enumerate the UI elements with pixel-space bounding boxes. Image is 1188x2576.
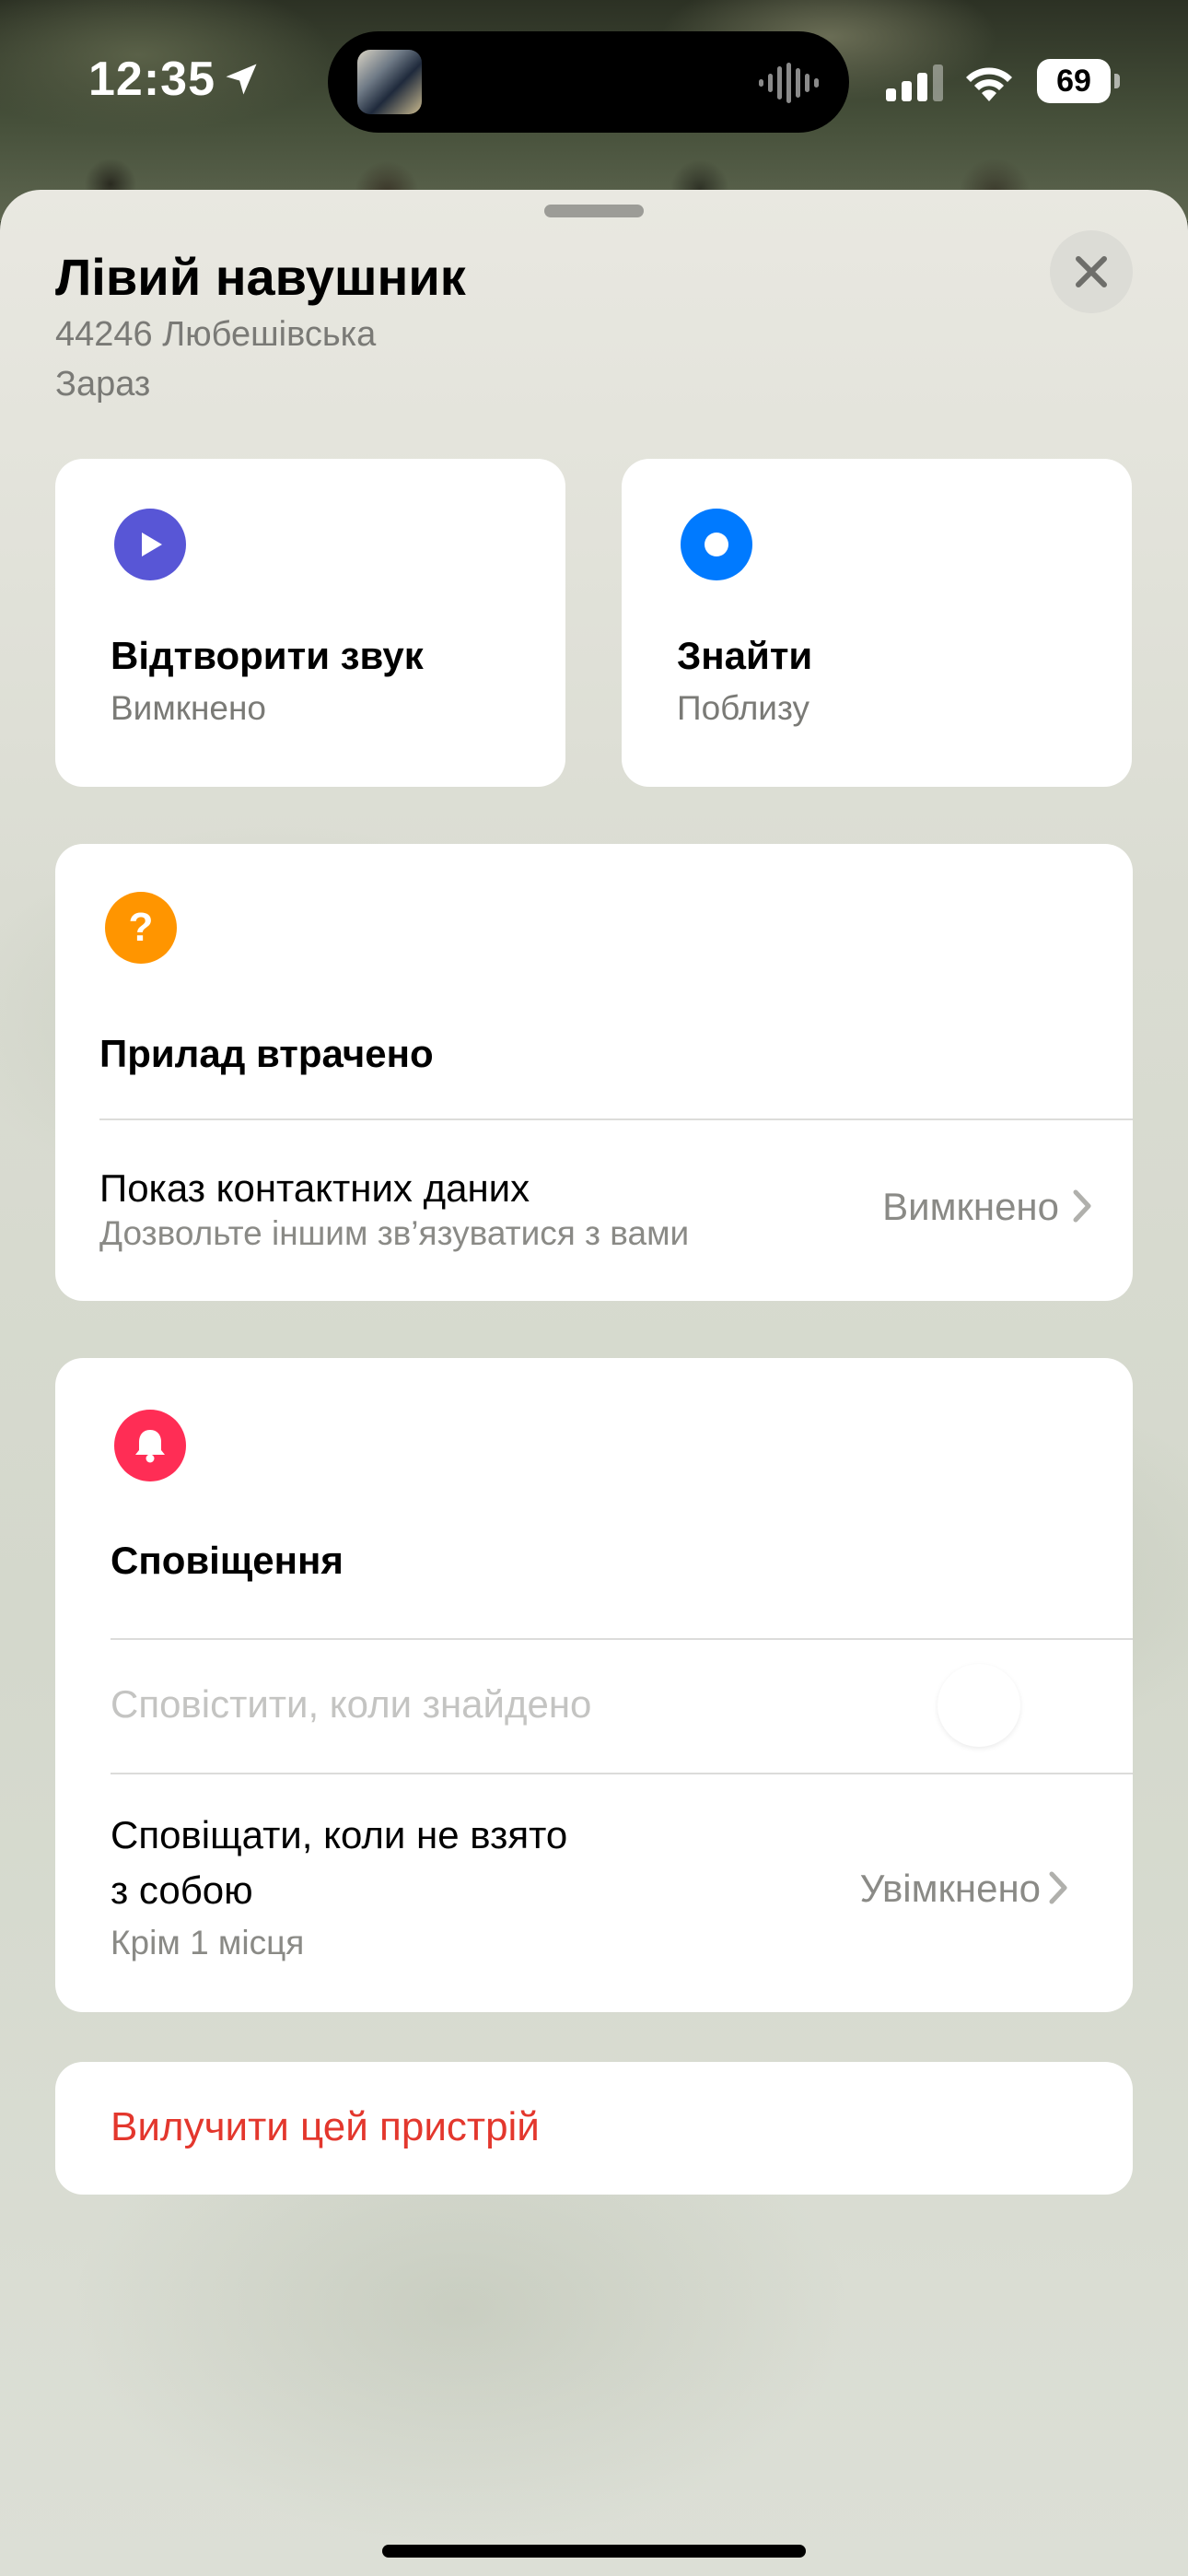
battery-level: 69 [1037, 59, 1111, 103]
device-detail-sheet: Лівий навушник 44246 Любешівська Зараз В… [0, 190, 1188, 2576]
contact-info-row[interactable]: Показ контактних даних Дозвольте іншим з… [55, 1120, 1133, 1301]
home-indicator[interactable] [382, 2545, 806, 2558]
lost-mode-title: Прилад втрачено [99, 1032, 434, 1075]
contact-info-value: Вимкнено [882, 1185, 1059, 1228]
now-playing-artwork [357, 50, 422, 114]
bell-icon [114, 1410, 186, 1481]
left-behind-row[interactable]: Сповіщати, коли не взято з собою Крім 1 … [55, 1774, 1133, 2012]
dynamic-island[interactable] [328, 31, 849, 133]
find-icon [681, 509, 752, 580]
clock: 12:35 [88, 53, 215, 106]
notify-when-found-label: Сповістити, коли знайдено [111, 1682, 592, 1726]
remove-device-label: Вилучити цей пристрій [111, 2104, 540, 2149]
device-title: Лівий навушник [55, 248, 466, 306]
device-timestamp: Зараз [55, 365, 151, 404]
contact-info-sublabel: Дозвольте іншим зв’язуватися з вами [99, 1214, 690, 1252]
cellular-signal-icon [886, 64, 943, 101]
location-arrow-icon [226, 64, 257, 95]
close-icon [1076, 256, 1107, 287]
chevron-right-icon [1049, 1871, 1067, 1904]
play-icon [114, 509, 186, 580]
contact-info-label: Показ контактних даних [99, 1166, 530, 1210]
remove-device-button[interactable]: Вилучити цей пристрій [55, 2062, 1133, 2195]
notify-when-found-row[interactable]: Сповістити, коли знайдено [55, 1640, 1133, 1773]
battery-tip [1114, 74, 1120, 88]
find-title: Знайти [677, 634, 813, 677]
chevron-right-icon [1073, 1189, 1091, 1223]
play-sound-status: Вимкнено [111, 689, 266, 727]
wifi-icon [966, 67, 1012, 101]
notify-when-found-toggle[interactable] [938, 1664, 1020, 1747]
left-behind-label-line2: з собою [111, 1868, 253, 1912]
audio-waveform-icon [759, 63, 819, 103]
play-sound-card[interactable]: Відтворити звук Вимкнено [55, 459, 565, 787]
notifications-card: Сповіщення Сповістити, коли знайдено Спо… [55, 1358, 1133, 2012]
play-sound-title: Відтворити звук [111, 634, 424, 677]
lost-mode-card: ? Прилад втрачено Показ контактних даних… [55, 844, 1133, 1301]
status-bar: 12:35 69 [0, 0, 1188, 166]
close-button[interactable] [1050, 230, 1133, 313]
sheet-grabber[interactable] [544, 205, 644, 217]
left-behind-label-line1: Сповіщати, коли не взято [111, 1813, 568, 1856]
find-card[interactable]: Знайти Поблизу [622, 459, 1132, 787]
left-behind-sublabel: Крім 1 місця [111, 1924, 305, 1961]
question-icon: ? [105, 892, 177, 964]
find-status: Поблизу [677, 689, 810, 727]
notifications-title: Сповіщення [111, 1539, 344, 1582]
battery-indicator: 69 [1037, 59, 1120, 103]
device-address: 44246 Любешівська [55, 315, 377, 354]
left-behind-value: Увімкнено [859, 1867, 1041, 1910]
